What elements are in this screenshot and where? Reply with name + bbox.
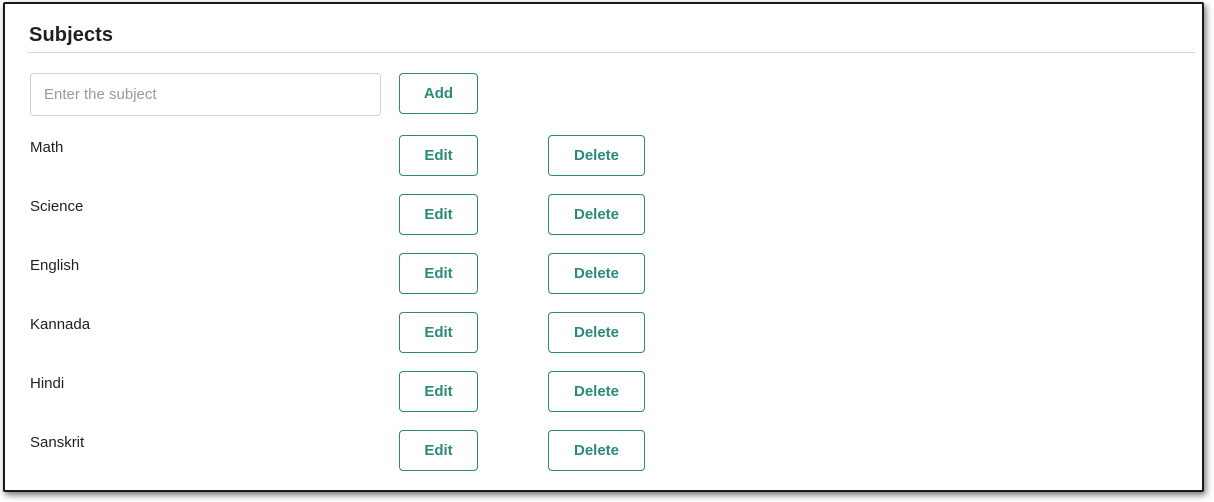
list-item: Hindi Edit Delete xyxy=(27,371,727,419)
list-item: Sanskrit Edit Delete xyxy=(27,430,727,478)
edit-button[interactable]: Edit xyxy=(399,135,478,176)
app-window: Subjects Add Math Edit Delete Science Ed… xyxy=(3,2,1204,492)
delete-button[interactable]: Delete xyxy=(548,135,645,176)
subject-name: English xyxy=(30,257,80,274)
subject-input[interactable] xyxy=(30,73,381,116)
delete-button[interactable]: Delete xyxy=(548,253,645,294)
list-item: English Edit Delete xyxy=(27,253,727,301)
add-button[interactable]: Add xyxy=(399,73,478,114)
list-item: Kannada Edit Delete xyxy=(27,312,727,360)
edit-button[interactable]: Edit xyxy=(399,371,478,412)
edit-button[interactable]: Edit xyxy=(399,312,478,353)
list-item: Science Edit Delete xyxy=(27,194,727,242)
title-divider xyxy=(27,52,1195,53)
edit-button[interactable]: Edit xyxy=(399,430,478,471)
page-title: Subjects xyxy=(29,24,114,46)
subject-name: Sanskrit xyxy=(30,434,85,451)
edit-button[interactable]: Edit xyxy=(399,253,478,294)
list-item: Math Edit Delete xyxy=(27,135,727,183)
subject-name: Hindi xyxy=(30,375,65,392)
delete-button[interactable]: Delete xyxy=(548,312,645,353)
subject-name: Science xyxy=(30,198,84,215)
subject-name: Kannada xyxy=(30,316,91,333)
delete-button[interactable]: Delete xyxy=(548,194,645,235)
edit-button[interactable]: Edit xyxy=(399,194,478,235)
delete-button[interactable]: Delete xyxy=(548,430,645,471)
delete-button[interactable]: Delete xyxy=(548,371,645,412)
subject-name: Math xyxy=(30,139,64,156)
